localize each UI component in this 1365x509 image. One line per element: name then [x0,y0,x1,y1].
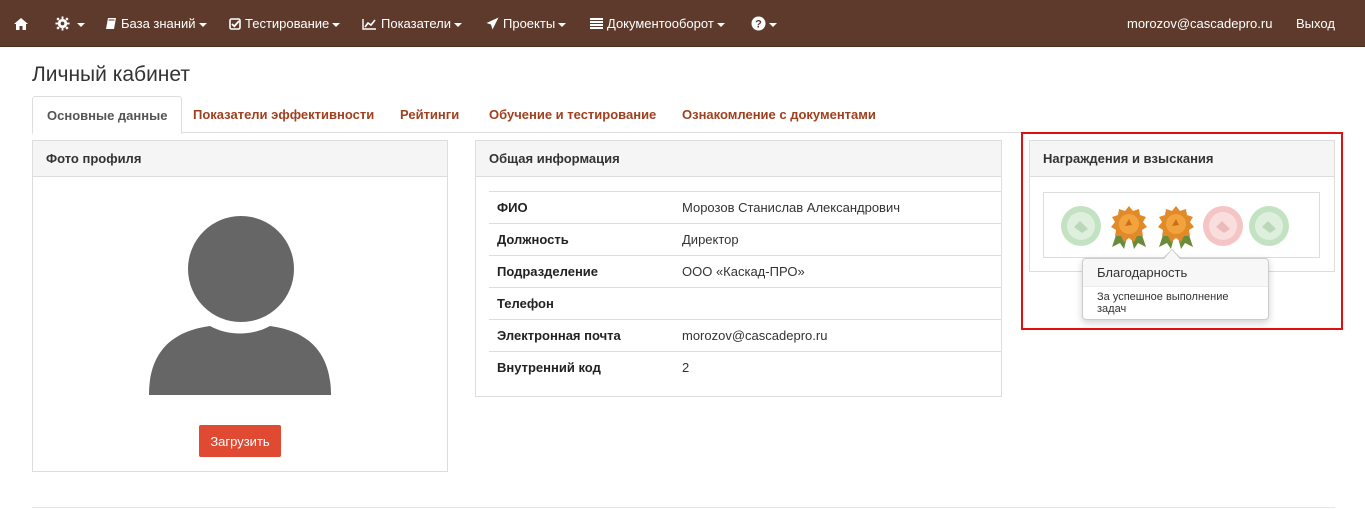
table-row: Телефон [489,287,1001,320]
photo-panel: Фото профиля Загрузить [32,140,448,472]
svg-text:?: ? [755,19,762,31]
home-icon[interactable] [13,0,29,47]
testing-menu[interactable]: Тестирование [229,0,341,47]
chevron-down-icon [332,22,341,27]
table-row: Внутренний код 2 [489,351,1001,384]
page-title: Личный кабинет [32,63,190,86]
chevron-down-icon [558,22,567,27]
chevron-down-icon [454,22,462,27]
row-label: Телефон [489,287,674,320]
row-label: Внутренний код [489,351,674,384]
book-icon [105,17,117,30]
projects-label: Проекты [503,16,556,31]
knowledge-base-label: База знаний [121,16,196,31]
row-label: Должность [489,223,674,256]
table-row: Электронная почта morozov@cascadepro.ru [489,319,1001,352]
help-menu[interactable]: ? [751,0,777,47]
knowledge-base-menu[interactable]: База знаний [105,0,207,47]
tab-efficiency[interactable]: Показатели эффективности [179,96,388,133]
row-value: 2 [674,351,1001,384]
highlight-box [1021,132,1343,330]
chevron-down-icon [198,22,207,27]
metrics-label: Показатели [381,16,451,31]
checkbox-icon [229,17,241,30]
user-email-link[interactable]: morozov@cascadepro.ru [1127,0,1272,47]
line-chart-icon [362,18,377,30]
row-value [674,287,1001,320]
paper-plane-icon [486,17,499,30]
tab-main-data[interactable]: Основные данные [32,96,183,134]
settings-menu[interactable] [55,0,85,47]
general-info-heading: Общая информация [476,141,1001,177]
question-circle-icon: ? [751,16,766,31]
upload-photo-button[interactable]: Загрузить [199,425,281,457]
row-value: Директор [674,223,1001,256]
logout-link[interactable]: Выход [1296,0,1335,47]
projects-menu[interactable]: Проекты [486,0,567,47]
logout-label: Выход [1296,16,1335,31]
metrics-menu[interactable]: Показатели [362,0,462,47]
top-navbar: База знаний Тестирование Показатели Прое… [0,0,1365,47]
row-label: Подразделение [489,255,674,288]
chevron-down-icon [769,22,777,27]
general-info-table: ФИО Морозов Станислав Александрович Долж… [489,191,1001,384]
tab-learning-testing[interactable]: Обучение и тестирование [475,96,670,133]
profile-tabs: Основные данные Показатели эффективности… [32,96,1335,134]
testing-label: Тестирование [245,16,330,31]
user-email-label: morozov@cascadepro.ru [1127,16,1273,31]
avatar [148,186,332,399]
list-icon [590,18,603,29]
documents-menu[interactable]: Документооборот [590,0,725,47]
row-label: ФИО [489,191,674,224]
chevron-down-icon [716,22,725,27]
footer-divider [32,507,1335,508]
row-value: morozov@cascadepro.ru [674,319,1001,352]
table-row: Должность Директор [489,223,1001,256]
photo-panel-heading: Фото профиля [33,141,447,177]
row-value: ООО «Каскад-ПРО» [674,255,1001,288]
tab-ratings[interactable]: Рейтинги [386,96,473,133]
gear-icon [55,16,70,31]
tab-documents-review[interactable]: Ознакомление с документами [668,96,890,133]
row-value: Морозов Станислав Александрович [674,191,1001,224]
table-row: Подразделение ООО «Каскад-ПРО» [489,255,1001,288]
table-row: ФИО Морозов Станислав Александрович [489,191,1001,224]
row-label: Электронная почта [489,319,674,352]
chevron-down-icon [77,22,85,27]
general-info-panel: Общая информация ФИО Морозов Станислав А… [475,140,1002,397]
documents-label: Документооборот [607,16,714,31]
